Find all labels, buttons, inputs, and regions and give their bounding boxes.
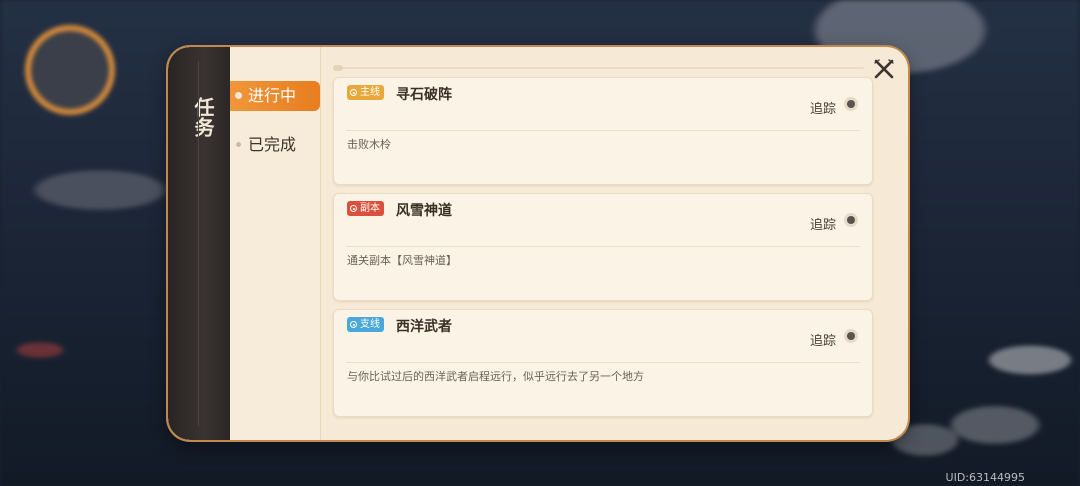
track-button-label[interactable]: 追踪 bbox=[810, 330, 836, 349]
target-ring-icon bbox=[350, 321, 357, 328]
quest-tag-side: 支线 bbox=[347, 317, 384, 332]
panel-title: 任务 bbox=[191, 97, 215, 137]
track-radio-icon[interactable] bbox=[844, 329, 858, 343]
target-ring-icon bbox=[350, 89, 357, 96]
quest-tag-dungeon: 副本 bbox=[347, 201, 384, 216]
track-radio-icon[interactable] bbox=[844, 97, 858, 111]
quest-title: 西洋武者 bbox=[396, 319, 452, 335]
quest-title: 风雪神道 bbox=[396, 203, 452, 219]
quest-list[interactable]: 主线 寻石破阵 追踪 击败木柃 副本 风雪神道 追踪 通关副本【风雪神道】 支线 bbox=[321, 47, 908, 440]
quest-card[interactable]: 主线 寻石破阵 追踪 击败木柃 bbox=[333, 77, 873, 185]
tab-label: 已完成 bbox=[248, 135, 297, 154]
card-divider bbox=[346, 246, 860, 247]
quest-tabs: 进行中 已完成 bbox=[230, 47, 321, 440]
quest-tag-label: 支线 bbox=[360, 319, 380, 330]
tab-dot-icon bbox=[236, 142, 241, 147]
track-button-label[interactable]: 追踪 bbox=[810, 214, 836, 233]
quest-tag-label: 副本 bbox=[360, 203, 380, 214]
card-divider bbox=[346, 362, 860, 363]
list-scroll-indicator bbox=[333, 65, 864, 71]
target-ring-icon bbox=[350, 205, 357, 212]
track-radio-icon[interactable] bbox=[844, 213, 858, 227]
quest-description: 与你比试过后的西洋武者启程远行，似乎远行去了另一个地方 bbox=[347, 370, 644, 383]
quest-card[interactable]: 副本 风雪神道 追踪 通关副本【风雪神道】 bbox=[333, 193, 873, 301]
quest-description: 击败木柃 bbox=[347, 138, 391, 151]
tab-label: 进行中 bbox=[248, 86, 297, 105]
tab-dot-icon bbox=[235, 92, 242, 99]
quest-description: 通关副本【风雪神道】 bbox=[347, 254, 457, 267]
quest-tag-label: 主线 bbox=[360, 87, 380, 98]
quest-card[interactable]: 支线 西洋武者 追踪 与你比试过后的西洋武者启程远行，似乎远行去了另一个地方 bbox=[333, 309, 873, 417]
track-button-label[interactable]: 追踪 bbox=[810, 98, 836, 117]
quest-title: 寻石破阵 bbox=[396, 87, 452, 103]
panel-spine: 任务 bbox=[168, 47, 230, 440]
quest-panel: 任务 进行中 已完成 主线 寻石破阵 追踪 击败木柃 副本 风雪神道 追踪 通关… bbox=[168, 47, 908, 440]
close-x-icon[interactable] bbox=[872, 57, 896, 81]
tab-completed[interactable]: 已完成 bbox=[230, 130, 320, 160]
card-divider bbox=[346, 130, 860, 131]
quest-tag-main: 主线 bbox=[347, 85, 384, 100]
uid-label: UID:63144995 bbox=[945, 471, 1025, 484]
tab-in-progress[interactable]: 进行中 bbox=[230, 81, 320, 111]
